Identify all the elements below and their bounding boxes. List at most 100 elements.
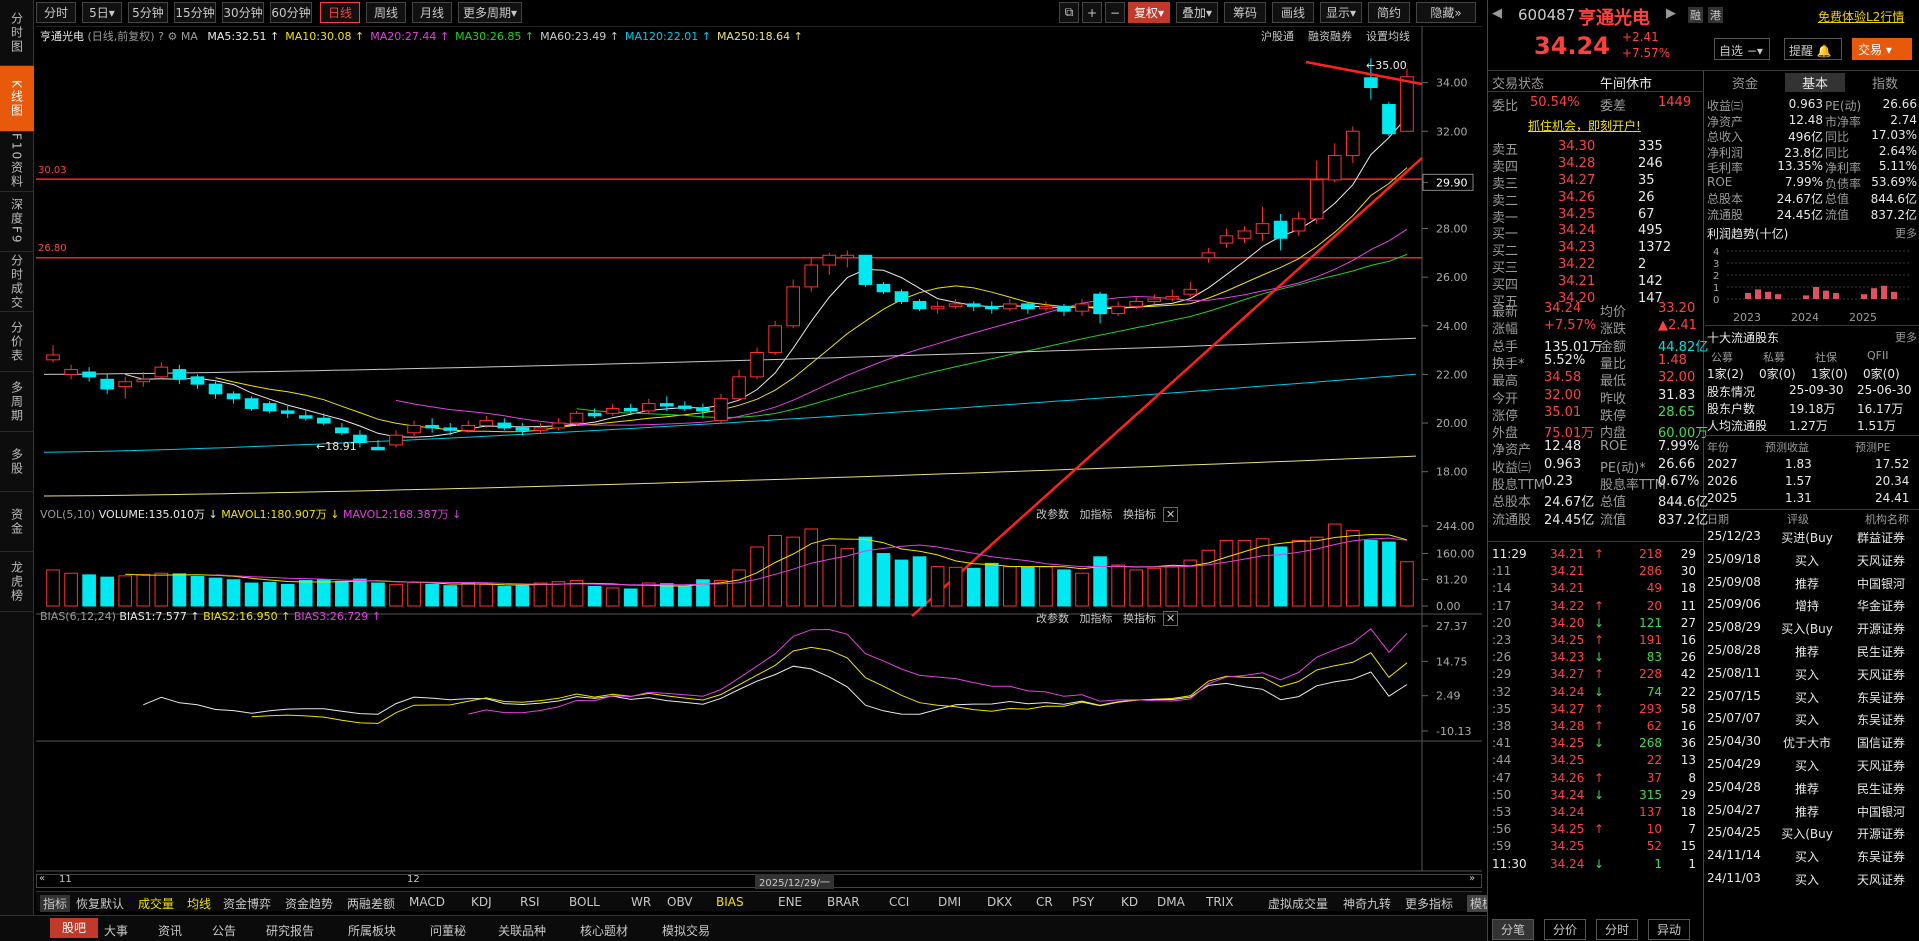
indicator-16[interactable]: CCI	[889, 895, 909, 909]
nav-trades[interactable]: 分时成交	[0, 252, 34, 312]
indicator-6[interactable]: 两融差额	[347, 895, 395, 912]
x-right-arrow-icon[interactable]: »	[1469, 873, 1475, 884]
x-left-arrow-icon[interactable]: «	[39, 873, 45, 884]
period-fenshi[interactable]: 分时	[36, 2, 76, 23]
indicator-24[interactable]: 虚拟成交量	[1268, 895, 1328, 912]
nav-price-table[interactable]: 分价表	[0, 312, 34, 372]
bottom-tab-5[interactable]: 所属板块	[348, 922, 396, 939]
kline-chart-svg[interactable]: 34.00 32.00 29.90 28.00 26.00 24.00 22.00 20.00…	[36, 26, 1482, 896]
nav-fund[interactable]: 资金	[0, 492, 34, 552]
indicator-18[interactable]: DKX	[987, 895, 1012, 909]
plus-icon[interactable]: +	[1082, 2, 1102, 23]
bottom-tab-6[interactable]: 问董秘	[430, 922, 466, 939]
alert-button[interactable]: 提醒 🔔	[1784, 38, 1842, 60]
nav-kline[interactable]: K线图	[0, 66, 34, 132]
indicator-10[interactable]: BOLL	[569, 895, 600, 909]
period-60min[interactable]: 60分钟	[270, 2, 312, 23]
adjust-button[interactable]: 复权 ▾	[1128, 2, 1170, 23]
indicator-19[interactable]: CR	[1036, 895, 1053, 909]
indicator-0[interactable]: 指标	[40, 895, 71, 912]
period-weekly[interactable]: 周线	[366, 2, 406, 23]
period-5day[interactable]: 5日 ▾	[82, 2, 122, 23]
hide-button[interactable]: 隐藏»	[1416, 2, 1476, 23]
f10-tab-0[interactable]: 资金	[1715, 73, 1775, 92]
bias-switch-btn[interactable]: 换指标	[1123, 612, 1156, 625]
x-axis[interactable]: « 11 12 2025/12/29/一 »	[36, 873, 1482, 889]
overlay-button[interactable]: 叠加 ▾	[1176, 2, 1218, 23]
close-icon[interactable]: ✕	[1163, 611, 1179, 626]
indicator-1[interactable]: 恢复默认	[76, 895, 124, 912]
bottom-tab-2[interactable]: 资讯	[158, 922, 182, 939]
period-5min[interactable]: 5分钟	[128, 2, 168, 23]
open-account-promo[interactable]: 抓住机会，即刻开户!	[1528, 117, 1641, 134]
display-button[interactable]: 显示 ▾	[1320, 2, 1362, 23]
promo-l2[interactable]: 免费体验L2行情	[1818, 8, 1904, 25]
bottom-tab-8[interactable]: 核心题材	[580, 922, 628, 939]
minus-icon[interactable]: −	[1105, 2, 1125, 23]
indicator-2[interactable]: 成交量	[138, 895, 174, 912]
nav-f10[interactable]: F10资料	[0, 132, 34, 192]
link-hgt[interactable]: 沪股通	[1261, 30, 1294, 43]
nav-multi-stock[interactable]: 多股	[0, 432, 34, 492]
nav-multi-period[interactable]: 多周期	[0, 372, 34, 432]
indicator-23[interactable]: TRIX	[1206, 895, 1233, 909]
close-icon[interactable]: ✕	[1163, 507, 1179, 522]
indicator-17[interactable]: DMI	[938, 895, 961, 909]
indicator-12[interactable]: OBV	[667, 895, 693, 909]
help-icon[interactable]: ?	[158, 30, 164, 43]
vol-param-btn[interactable]: 改参数	[1036, 508, 1069, 521]
nav-fenshi[interactable]: 分时图	[0, 0, 34, 66]
bottom-tab-4[interactable]: 研究报告	[266, 922, 314, 939]
simple-button[interactable]: 简约	[1368, 2, 1410, 23]
watchlist-button[interactable]: 自选 −▾	[1714, 38, 1770, 60]
bottom-tab-9[interactable]: 模拟交易	[662, 922, 710, 939]
bottom-tab-1[interactable]: 大事	[104, 922, 128, 939]
link-set-ma[interactable]: 设置均线	[1366, 30, 1410, 43]
indicator-9[interactable]: RSI	[520, 895, 540, 909]
indicator-7[interactable]: MACD	[409, 895, 445, 909]
tick-tab-0[interactable]: 分笔	[1492, 919, 1535, 940]
indicator-11[interactable]: WR	[631, 895, 651, 909]
bias-param-btn[interactable]: 改参数	[1036, 612, 1069, 625]
vol-switch-btn[interactable]: 换指标	[1123, 508, 1156, 521]
bottom-tab-7[interactable]: 关联品种	[498, 922, 546, 939]
trade-button[interactable]: 交易 ▾	[1852, 38, 1912, 60]
draw-button[interactable]: 画线	[1272, 2, 1314, 23]
period-daily[interactable]: 日线	[320, 2, 360, 23]
indicator-15[interactable]: BRAR	[827, 895, 860, 909]
period-15min[interactable]: 15分钟	[174, 2, 216, 23]
gear-icon[interactable]: ⚙	[167, 30, 177, 43]
f10-tab-1[interactable]: 基本	[1785, 73, 1845, 92]
bottom-tab-0[interactable]: 股吧	[50, 918, 99, 938]
profit-more-link[interactable]: 更多	[1895, 225, 1917, 241]
indicator-14[interactable]: ENE	[778, 895, 802, 909]
tick-tab-2[interactable]: 分时	[1596, 919, 1639, 940]
period-monthly[interactable]: 月线	[412, 2, 452, 23]
bottom-tab-3[interactable]: 公告	[212, 922, 236, 939]
indicator-8[interactable]: KDJ	[471, 895, 492, 909]
indicator-4[interactable]: 资金博弈	[223, 895, 271, 912]
link-margin[interactable]: 融资融券	[1308, 30, 1352, 43]
nav-depth[interactable]: 深度F9	[0, 192, 34, 252]
indicator-5[interactable]: 资金趋势	[285, 895, 333, 912]
tick-tab-3[interactable]: 异动	[1648, 919, 1691, 940]
bias-add-btn[interactable]: 加指标	[1080, 612, 1113, 625]
period-more[interactable]: 更多周期 ▾	[458, 2, 522, 23]
indicator-3[interactable]: 均线	[187, 895, 211, 912]
vol-add-btn[interactable]: 加指标	[1080, 508, 1113, 521]
period-30min[interactable]: 30分钟	[222, 2, 264, 23]
prev-stock-icon[interactable]: ◀	[1492, 6, 1502, 21]
f10-tab-2[interactable]: 指数	[1855, 73, 1915, 92]
kline-chart-area[interactable]: 34.00 32.00 29.90 28.00 26.00 24.00 22.00 20.00…	[36, 26, 1482, 896]
holders-more-link[interactable]: 更多	[1895, 329, 1917, 345]
indicator-26[interactable]: 更多指标	[1405, 895, 1453, 912]
indicator-25[interactable]: 神奇九转	[1343, 895, 1391, 912]
indicator-20[interactable]: PSY	[1072, 895, 1094, 909]
indicator-13[interactable]: BIAS	[716, 895, 744, 909]
next-stock-icon[interactable]: ▶	[1666, 6, 1676, 21]
chips-button[interactable]: 筹码	[1224, 2, 1266, 23]
indicator-21[interactable]: KD	[1121, 895, 1138, 909]
nav-dragon-tiger[interactable]: 龙虎榜	[0, 552, 34, 612]
indicator-22[interactable]: DMA	[1157, 895, 1185, 909]
tick-tab-1[interactable]: 分价	[1544, 919, 1587, 940]
